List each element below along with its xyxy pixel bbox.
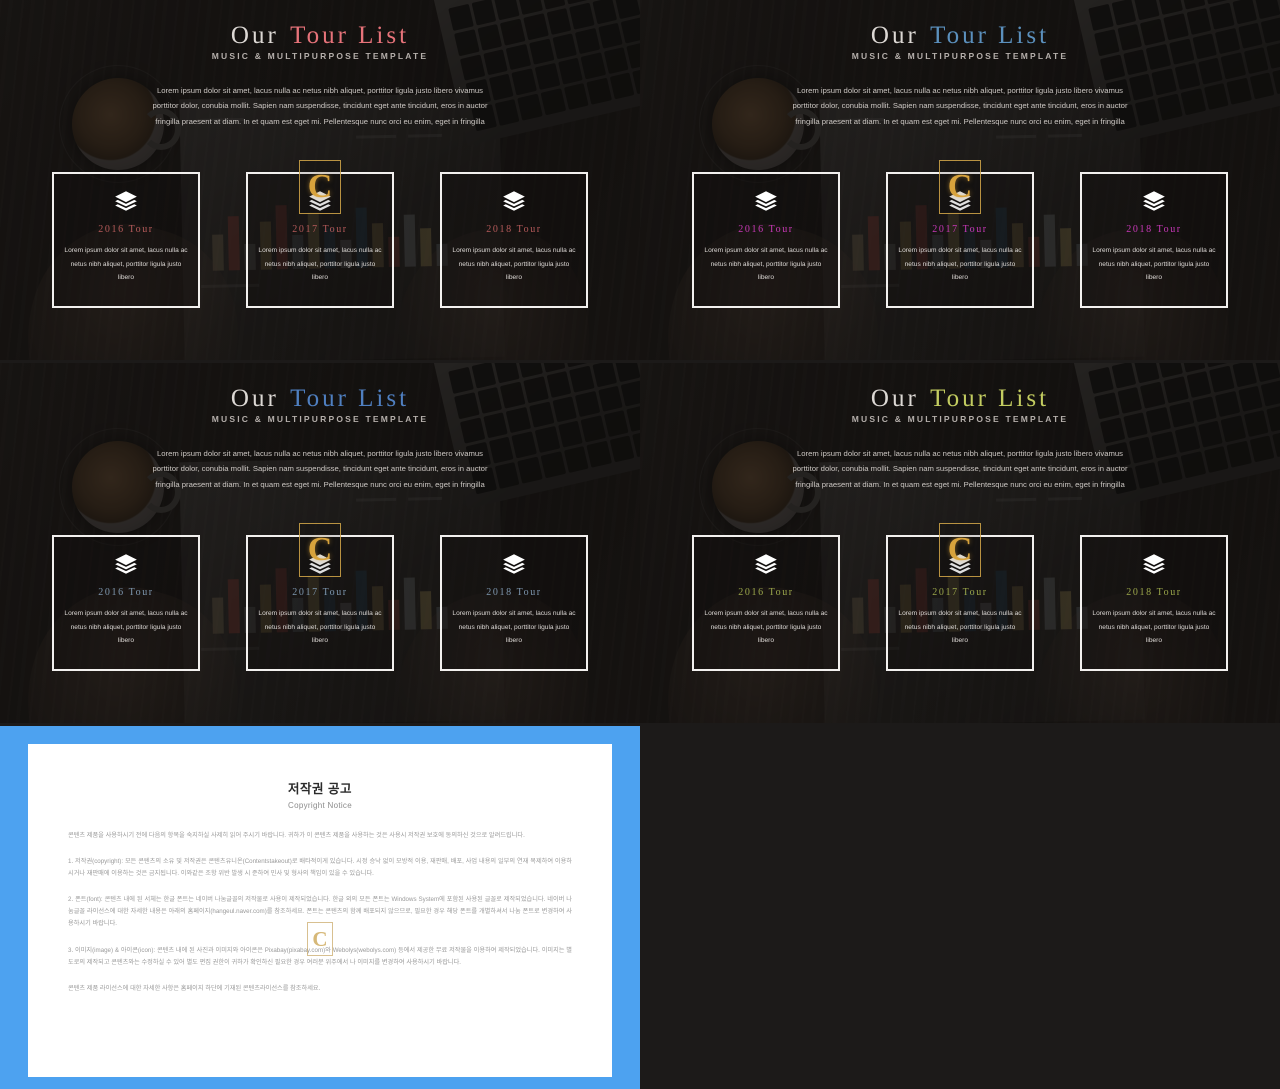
tour-card[interactable]: 2016 Tour Lorem ipsum dolor sit amet, la… <box>52 535 200 671</box>
tour-card[interactable]: 2016 Tour Lorem ipsum dolor sit amet, la… <box>692 172 840 308</box>
tour-card[interactable]: 2018 Tour Lorem ipsum dolor sit amet, la… <box>440 535 588 671</box>
layers-icon <box>442 551 586 577</box>
tour-card[interactable]: 2018 Tour Lorem ipsum dolor sit amet, la… <box>440 172 588 308</box>
slide-title: Our Tour List <box>640 385 1280 413</box>
copyright-document-sheet: 저작권 공고 Copyright Notice 콘텐츠 제품을 사용하시기 전에… <box>28 744 612 1077</box>
title-plain-part: Our <box>870 385 919 412</box>
tour-card-text: Lorem ipsum dolor sit amet, lacus nulla … <box>898 610 1022 645</box>
slide-description: Lorem ipsum dolor sit amet, lacus nulla … <box>152 449 488 489</box>
slide-subtitle: MUSIC & MULTIPURPOSE TEMPLATE <box>211 51 429 61</box>
slide-title: Our Tour List <box>640 22 1280 50</box>
title-plain-part: Our <box>870 22 919 49</box>
slide-description: Lorem ipsum dolor sit amet, lacus nulla … <box>792 449 1128 489</box>
title-accent-part: Tour List <box>930 385 1050 412</box>
tour-year-label: 2016 Tour <box>98 587 154 598</box>
tour-year-label: 2016 Tour <box>738 587 794 598</box>
slide-subtitle: MUSIC & MULTIPURPOSE TEMPLATE <box>851 51 1069 61</box>
tour-year-label: 2017 Tour <box>932 587 988 598</box>
layers-icon <box>54 551 198 577</box>
slide-title: Our Tour List <box>0 22 640 50</box>
tour-year-label: 2017 Tour <box>932 224 988 235</box>
title-plain-part: Our <box>230 22 279 49</box>
tour-card[interactable]: 2018 Tour Lorem ipsum dolor sit amet, la… <box>1080 172 1228 308</box>
tour-year-label: 2017 Tour <box>292 587 348 598</box>
slide-subtitle: MUSIC & MULTIPURPOSE TEMPLATE <box>211 414 429 424</box>
copyright-watermark-logo: C <box>939 523 981 577</box>
copyright-title-ko: 저작권 공고 <box>288 782 352 796</box>
title-plain-part: Our <box>230 385 279 412</box>
slide-thumbnail-1[interactable]: Our Tour List MUSIC & MULTIPURPOSE TEMPL… <box>0 0 640 360</box>
copyright-section-1: 1. 저작권(copyright): 모든 콘텐츠의 소유 및 저작권은 콘텐츠… <box>68 858 572 878</box>
slide-subtitle: MUSIC & MULTIPURPOSE TEMPLATE <box>851 414 1069 424</box>
tour-card-text: Lorem ipsum dolor sit amet, lacus nulla … <box>1092 610 1216 645</box>
tour-card-text: Lorem ipsum dolor sit amet, lacus nulla … <box>452 610 576 645</box>
slide-description: Lorem ipsum dolor sit amet, lacus nulla … <box>792 86 1128 126</box>
tour-card-text: Lorem ipsum dolor sit amet, lacus nulla … <box>1092 247 1216 282</box>
copyright-footer: 콘텐츠 제품 라이선스에 대한 자세한 사항은 홈페이지 하단에 기재된 콘텐츠… <box>68 984 321 992</box>
copyright-notice-panel[interactable]: 저작권 공고 Copyright Notice 콘텐츠 제품을 사용하시기 전에… <box>0 726 640 1089</box>
tour-card-text: Lorem ipsum dolor sit amet, lacus nulla … <box>898 247 1022 282</box>
tour-card-text: Lorem ipsum dolor sit amet, lacus nulla … <box>704 610 828 645</box>
tour-card[interactable]: 2016 Tour Lorem ipsum dolor sit amet, la… <box>52 172 200 308</box>
tour-year-label: 2017 Tour <box>292 224 348 235</box>
slide-title: Our Tour List <box>0 385 640 413</box>
layers-icon <box>442 188 586 214</box>
tour-card[interactable]: 2018 Tour Lorem ipsum dolor sit amet, la… <box>1080 535 1228 671</box>
copyright-watermark-logo: C <box>939 160 981 214</box>
copyright-watermark-logo: C <box>307 922 333 956</box>
tour-year-label: 2016 Tour <box>738 224 794 235</box>
slide-description: Lorem ipsum dolor sit amet, lacus nulla … <box>152 86 488 126</box>
screenshot-root: Our Tour List MUSIC & MULTIPURPOSE TEMPL… <box>0 0 1280 1089</box>
title-accent-part: Tour List <box>290 22 410 49</box>
tour-year-label: 2018 Tour <box>486 224 542 235</box>
title-accent-part: Tour List <box>930 22 1050 49</box>
copyright-title-en: Copyright Notice <box>288 801 352 810</box>
layers-icon <box>694 551 838 577</box>
layers-icon <box>694 188 838 214</box>
tour-card-text: Lorem ipsum dolor sit amet, lacus nulla … <box>452 247 576 282</box>
copyright-watermark-logo: C <box>299 160 341 214</box>
slide-thumbnail-3[interactable]: Our Tour List MUSIC & MULTIPURPOSE TEMPL… <box>0 363 640 723</box>
tour-year-label: 2016 Tour <box>98 224 154 235</box>
tour-card-text: Lorem ipsum dolor sit amet, lacus nulla … <box>258 610 382 645</box>
tour-year-label: 2018 Tour <box>1126 224 1182 235</box>
tour-card-text: Lorem ipsum dolor sit amet, lacus nulla … <box>64 247 188 282</box>
tour-card-text: Lorem ipsum dolor sit amet, lacus nulla … <box>64 610 188 645</box>
tour-card-text: Lorem ipsum dolor sit amet, lacus nulla … <box>258 247 382 282</box>
layers-icon <box>54 188 198 214</box>
slide-thumbnail-2[interactable]: Our Tour List MUSIC & MULTIPURPOSE TEMPL… <box>640 0 1280 360</box>
slide-thumbnail-4[interactable]: Our Tour List MUSIC & MULTIPURPOSE TEMPL… <box>640 363 1280 723</box>
layers-icon <box>1082 188 1226 214</box>
copyright-intro: 콘텐츠 제품을 사용하시기 전에 다음의 항목을 숙지하실 사제히 읽어 주시기… <box>68 832 525 839</box>
copyright-watermark-logo: C <box>299 523 341 577</box>
tour-card[interactable]: 2016 Tour Lorem ipsum dolor sit amet, la… <box>692 535 840 671</box>
layers-icon <box>1082 551 1226 577</box>
tour-year-label: 2018 Tour <box>486 587 542 598</box>
tour-year-label: 2018 Tour <box>1126 587 1182 598</box>
tour-card-text: Lorem ipsum dolor sit amet, lacus nulla … <box>704 247 828 282</box>
title-accent-part: Tour List <box>290 385 410 412</box>
